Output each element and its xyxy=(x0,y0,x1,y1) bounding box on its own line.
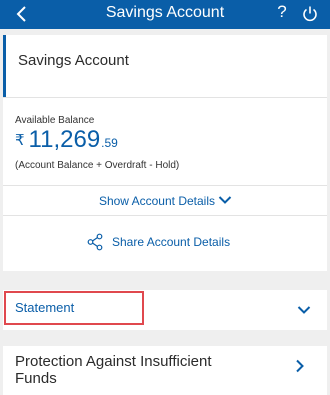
balance-whole: 11,269 xyxy=(28,126,101,153)
chevron-right-icon xyxy=(296,359,304,373)
top-bar: Savings Account ? xyxy=(0,0,330,29)
share-account-details-label: Share Account Details xyxy=(112,235,231,249)
share-account-details-button[interactable]: Share Account Details xyxy=(3,215,327,271)
balance-amount: ₹11,269.59 xyxy=(15,126,118,154)
show-account-details-label: Show Account Details xyxy=(98,194,215,208)
statement-label: Statement xyxy=(15,300,75,315)
chevron-down-icon xyxy=(297,306,311,314)
insufficient-funds-label: Protection Against Insufficient Funds xyxy=(15,353,212,387)
help-icon[interactable]: ? xyxy=(274,2,290,24)
account-name: Savings Account xyxy=(18,52,129,69)
statement-row[interactable]: Statement xyxy=(3,290,327,330)
share-icon xyxy=(87,233,103,251)
currency-symbol: ₹ xyxy=(15,132,25,149)
show-account-details-button[interactable]: Show Account Details xyxy=(3,185,327,215)
chevron-down-icon xyxy=(218,196,232,204)
account-name-card: Savings Account xyxy=(3,35,327,97)
balance-note: (Account Balance + Overdraft - Hold) xyxy=(15,160,180,171)
power-icon[interactable] xyxy=(300,4,320,24)
balance-card: Available Balance ₹11,269.59 (Account Ba… xyxy=(3,97,327,185)
insufficient-funds-row[interactable]: Protection Against Insufficient Funds xyxy=(3,346,327,395)
balance-decimal: .59 xyxy=(101,136,118,150)
available-balance-label: Available Balance xyxy=(15,115,95,126)
